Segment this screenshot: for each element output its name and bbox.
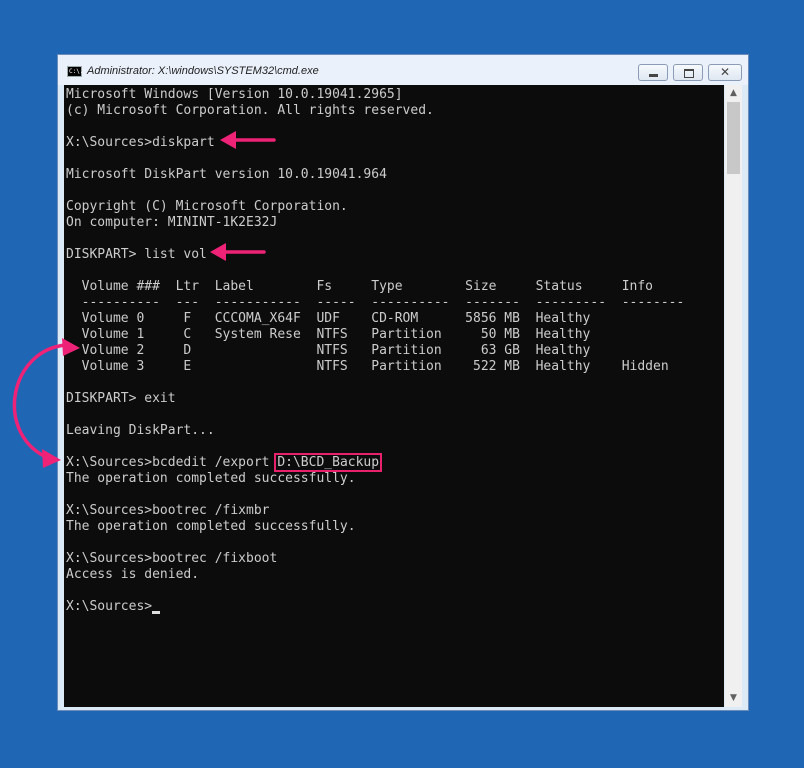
console-line: Microsoft DiskPart version 10.0.19041.96…	[66, 167, 387, 182]
console-line: X:\Sources>bcdedit /export D:\BCD_Backup	[66, 453, 383, 472]
console-line: Copyright (C) Microsoft Corporation.	[66, 199, 348, 214]
console-line: Access is denied.	[66, 567, 200, 582]
console-line: X:\Sources>bootrec /fixboot	[66, 551, 278, 566]
close-icon: ✕	[719, 65, 731, 79]
close-button[interactable]: ✕	[708, 64, 742, 81]
console-line: Volume 0 F CCCOMA_X64F UDF CD-ROM 5856 M…	[66, 311, 591, 326]
console-line: DISKPART> exit	[66, 391, 176, 406]
scroll-down-icon[interactable]: ▼	[725, 690, 742, 707]
maximize-button[interactable]	[673, 64, 703, 81]
console-line: Volume ### Ltr Label Fs Type Size Status…	[66, 279, 653, 294]
vertical-scrollbar[interactable]: ▲ ▼	[725, 85, 742, 707]
cmd-icon[interactable]: C:\.	[67, 66, 83, 77]
console-output[interactable]: Microsoft Windows [Version 10.0.19041.29…	[64, 85, 724, 707]
console-line: X:\Sources>	[66, 599, 161, 615]
console-line: Volume 1 C System Rese NTFS Partition 50…	[66, 327, 591, 342]
console-line: (c) Microsoft Corporation. All rights re…	[66, 103, 434, 118]
console-line: The operation completed successfully.	[66, 519, 356, 534]
console-line: Leaving DiskPart...	[66, 423, 215, 438]
console-line: X:\Sources>diskpart	[66, 135, 215, 150]
maximize-icon	[674, 65, 702, 80]
console-line: Volume 3 E NTFS Partition 522 MB Healthy…	[66, 359, 669, 374]
minimize-icon	[639, 65, 667, 80]
console-line: X:\Sources>bootrec /fixmbr	[66, 503, 270, 518]
console-line: DISKPART> list vol	[66, 247, 207, 262]
text-cursor	[152, 611, 161, 614]
cmd-window: C:\. Administrator: X:\windows\SYSTEM32\…	[57, 54, 749, 711]
console-line: Volume 2 D NTFS Partition 63 GB Healthy	[66, 343, 591, 358]
window-title: Administrator: X:\windows\SYSTEM32\cmd.e…	[87, 65, 319, 77]
minimize-button[interactable]	[638, 64, 668, 81]
scroll-thumb[interactable]	[727, 102, 740, 174]
scroll-up-icon[interactable]: ▲	[725, 85, 742, 102]
console-line: The operation completed successfully.	[66, 471, 356, 486]
console-line: On computer: MININT-1K2E32J	[66, 215, 278, 230]
console-line: Microsoft Windows [Version 10.0.19041.29…	[66, 87, 403, 102]
highlighted-backup-path: D:\BCD_Backup	[274, 453, 383, 472]
title-bar[interactable]: C:\. Administrator: X:\windows\SYSTEM32\…	[58, 55, 748, 85]
console-line: ---------- --- ----------- ----- -------…	[66, 295, 685, 310]
